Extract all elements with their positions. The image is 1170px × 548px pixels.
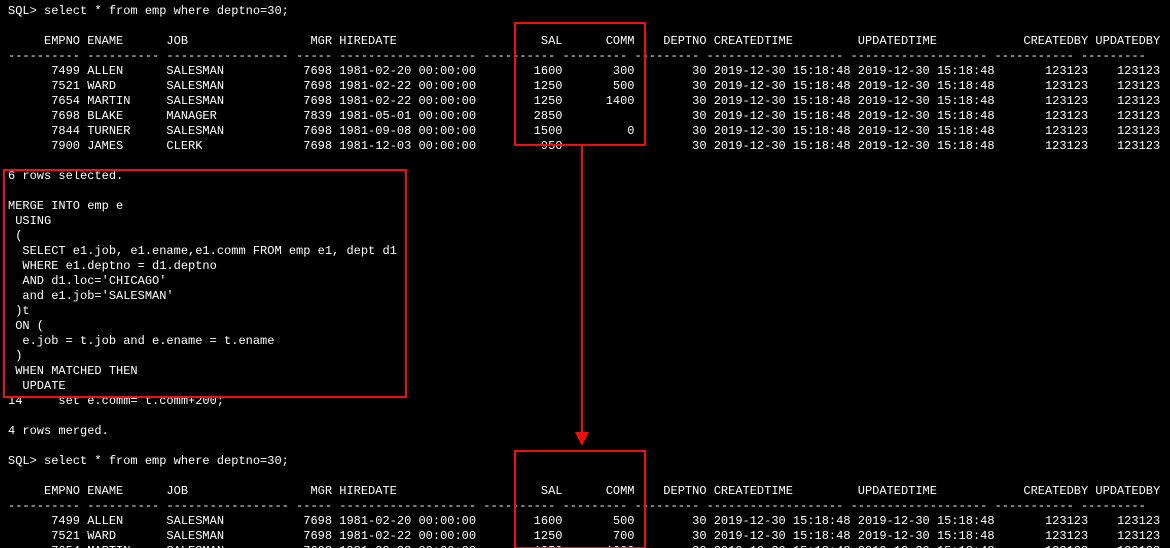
terminal-output: SQL> select * from emp where deptno=30; … <box>8 4 1162 548</box>
terminal-screen: SQL> select * from emp where deptno=30; … <box>0 0 1170 548</box>
